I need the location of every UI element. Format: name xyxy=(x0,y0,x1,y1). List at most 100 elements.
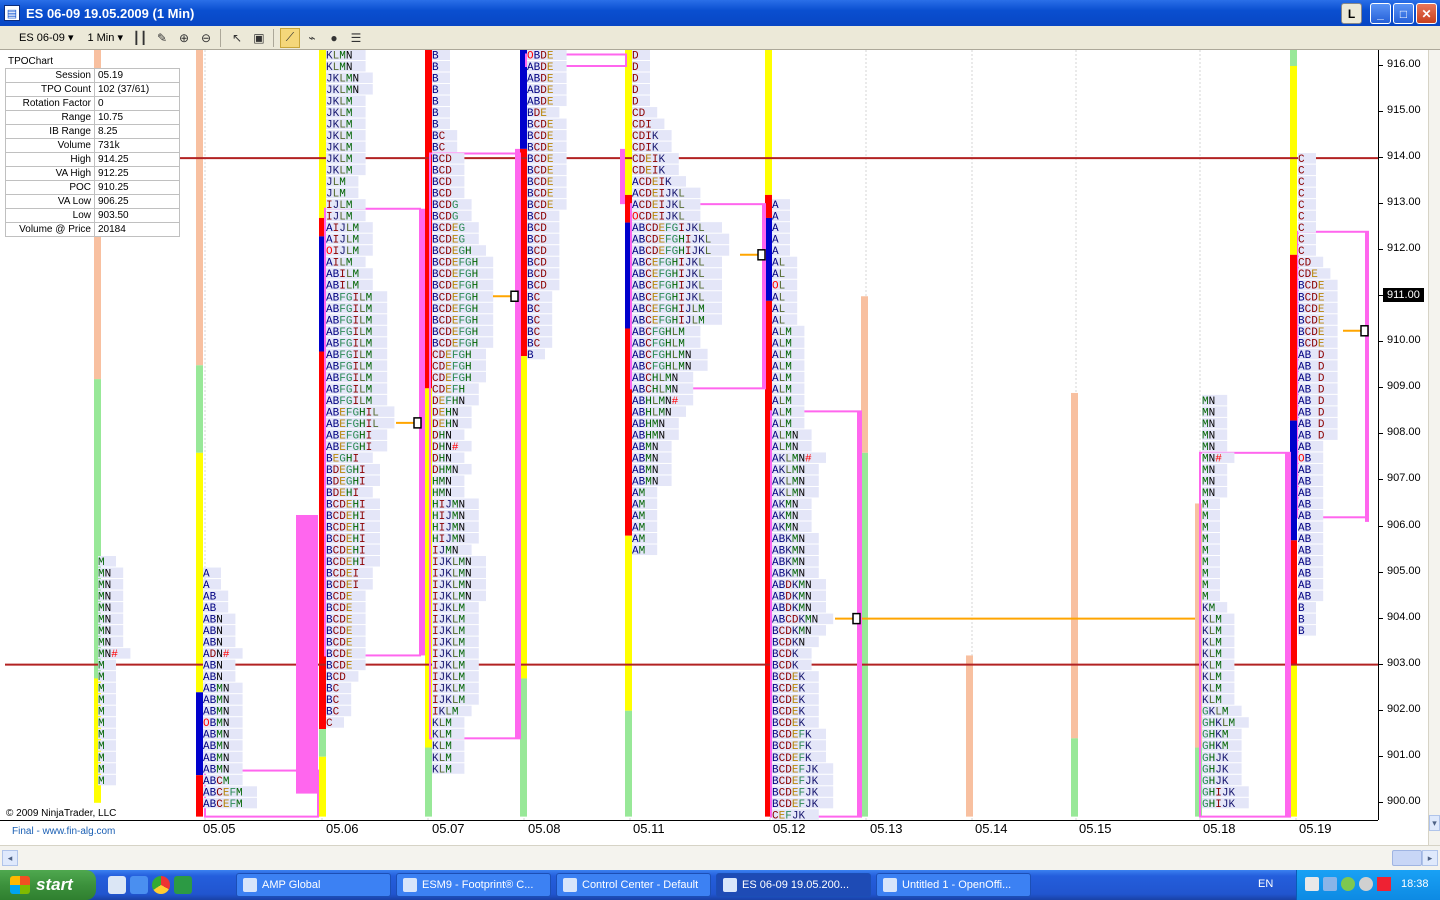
chart-area[interactable]: M MN MN MN MN MN MN MN MN# M M M M M M M M M M M A A AB AB ABN AB… xyxy=(0,50,1440,845)
tpo-row: BCDE xyxy=(326,649,353,661)
tpo-row: HMN xyxy=(432,476,452,488)
tpo-icon[interactable]: ⟋ xyxy=(279,27,300,48)
scroll-thumb[interactable] xyxy=(1392,850,1422,866)
tpo-row: AIJLM xyxy=(326,223,359,235)
tpo-row: B xyxy=(432,97,439,109)
tpo-row: AB xyxy=(1298,511,1312,523)
tpo-row: HIJMN xyxy=(432,534,465,546)
taskbar-button[interactable]: Control Center - Default xyxy=(556,873,711,897)
tpo-row: MN xyxy=(1202,488,1215,500)
maximize-button[interactable]: □ xyxy=(1393,3,1414,24)
quicklaunch-chrome-icon[interactable] xyxy=(152,876,170,894)
strategy-icon[interactable]: ● xyxy=(324,28,344,48)
value-area-band xyxy=(762,204,765,389)
period-color-bar xyxy=(425,747,432,817)
tpo-row: IJLM xyxy=(326,212,352,224)
properties-icon[interactable]: ▣ xyxy=(249,28,269,48)
info-row: Session 05.19 xyxy=(5,68,180,83)
date-label: 05.15 xyxy=(1079,821,1112,836)
tpo-row: ACDEIJKL xyxy=(632,200,685,212)
tpo-row: BCDE xyxy=(326,661,353,673)
link-button[interactable]: L xyxy=(1341,3,1362,24)
tpo-row: KLM xyxy=(432,741,452,753)
tpo-row: DEHN xyxy=(432,419,458,431)
tpo-row: AB xyxy=(203,603,217,615)
tpo-row: C xyxy=(1298,235,1305,247)
tpo-row: D xyxy=(632,74,639,86)
taskbar-button[interactable]: ESM9 - Footprint® C... xyxy=(396,873,551,897)
bar-type-icon[interactable]: ┃┃ xyxy=(130,28,150,48)
tpo-row: ABCDEFGHIJKL xyxy=(632,246,711,258)
tpo-row: C xyxy=(1298,223,1305,235)
tpo-row: ABEFGHIL xyxy=(326,407,379,419)
scroll-down-icon[interactable]: ▾ xyxy=(1429,815,1440,831)
taskbar-button[interactable]: AMP Global xyxy=(236,873,391,897)
tpo-row: A xyxy=(203,580,210,592)
close-button[interactable]: ✕ xyxy=(1416,3,1437,24)
taskbar-button[interactable]: ES 06-09 19.05.200... xyxy=(716,873,871,897)
tpo-row: A xyxy=(772,212,779,224)
tray-antivirus-icon[interactable] xyxy=(1377,877,1391,891)
tpo-row: ABILM xyxy=(326,269,359,281)
tpo-row: ABDE xyxy=(527,74,554,86)
draw-pencil-icon[interactable]: ✎ xyxy=(152,28,172,48)
vertical-scrollbar[interactable]: ▾ xyxy=(1428,50,1440,845)
taskbar-button[interactable]: Untitled 1 - OpenOffi... xyxy=(876,873,1031,897)
tpo-row: BC xyxy=(527,292,541,304)
quicklaunch-app-icon[interactable] xyxy=(174,876,192,894)
toolbar-divider xyxy=(272,28,274,47)
indicators-icon[interactable]: ⌁ xyxy=(302,28,322,48)
tpo-row: BCDE xyxy=(326,603,353,615)
tpo-row: ABMN xyxy=(203,730,229,742)
tpo-row: B xyxy=(527,350,534,362)
scroll-right-icon[interactable]: ▸ xyxy=(1422,850,1438,866)
tpo-row: ABMN xyxy=(203,695,229,707)
tpo-row: ABKMN xyxy=(772,569,805,581)
info-key: POC xyxy=(5,180,95,195)
tpo-row: BCD xyxy=(432,189,452,201)
tray-security-icon[interactable] xyxy=(1359,877,1373,891)
tpo-row: KLMN xyxy=(326,62,352,74)
scroll-left-icon[interactable]: ◂ xyxy=(2,850,18,866)
tpo-row: AB D xyxy=(1298,350,1325,362)
tpo-row: KLM xyxy=(1202,661,1222,673)
minimize-button[interactable]: _ xyxy=(1370,3,1391,24)
instrument-select[interactable]: ES 06-09 ▾ xyxy=(14,29,78,47)
tpo-row: IJKLMN xyxy=(432,569,472,581)
horizontal-scrollbar[interactable]: ◂ ▸ xyxy=(0,845,1440,870)
info-value: 8.25 xyxy=(94,124,180,139)
tpo-row: AILM xyxy=(326,258,352,270)
start-button[interactable]: start xyxy=(0,870,96,900)
tpo-row: KLM xyxy=(1202,684,1222,696)
tpo-row: M xyxy=(98,776,105,788)
tpo-row: B xyxy=(432,50,439,62)
tpo-row: A xyxy=(772,200,779,212)
tpo-row: ABFGILM xyxy=(326,373,372,385)
tray-status-icon[interactable] xyxy=(1341,877,1355,891)
quicklaunch-settings-icon[interactable] xyxy=(108,876,126,894)
tpo-row: GHIJK xyxy=(1202,787,1235,799)
tpo-row: ABDKMN xyxy=(772,580,812,592)
tpo-row: DHMN xyxy=(432,465,458,477)
date-label: 05.06 xyxy=(326,821,359,836)
tpo-row: JKLM xyxy=(326,108,352,120)
language-indicator[interactable]: EN xyxy=(1258,878,1273,890)
tpo-row: CDEFH xyxy=(432,384,465,396)
tpo-row: ALM xyxy=(772,419,792,431)
info-panel-title: TPOChart xyxy=(8,56,54,67)
tpo-row: CDEFGH xyxy=(432,361,472,373)
tpo-row: BDE xyxy=(527,108,547,120)
last-price-marker: 911.00 xyxy=(1383,288,1424,302)
zoom-out-icon[interactable]: ⊖ xyxy=(196,28,216,48)
zoom-in-icon[interactable]: ⊕ xyxy=(174,28,194,48)
quicklaunch-ie-icon[interactable] xyxy=(130,876,148,894)
date-label: 05.12 xyxy=(773,821,806,836)
date-label: 05.07 xyxy=(432,821,465,836)
value-area-band xyxy=(620,148,625,205)
tray-network-icon[interactable] xyxy=(1305,877,1319,891)
cursor-icon[interactable]: ↖ xyxy=(227,28,247,48)
tray-monitor-icon[interactable] xyxy=(1323,877,1337,891)
interval-select[interactable]: 1 Min ▾ xyxy=(82,29,128,47)
data-box-icon[interactable]: ☰ xyxy=(346,28,366,48)
tpo-row: KLM xyxy=(1202,649,1222,661)
